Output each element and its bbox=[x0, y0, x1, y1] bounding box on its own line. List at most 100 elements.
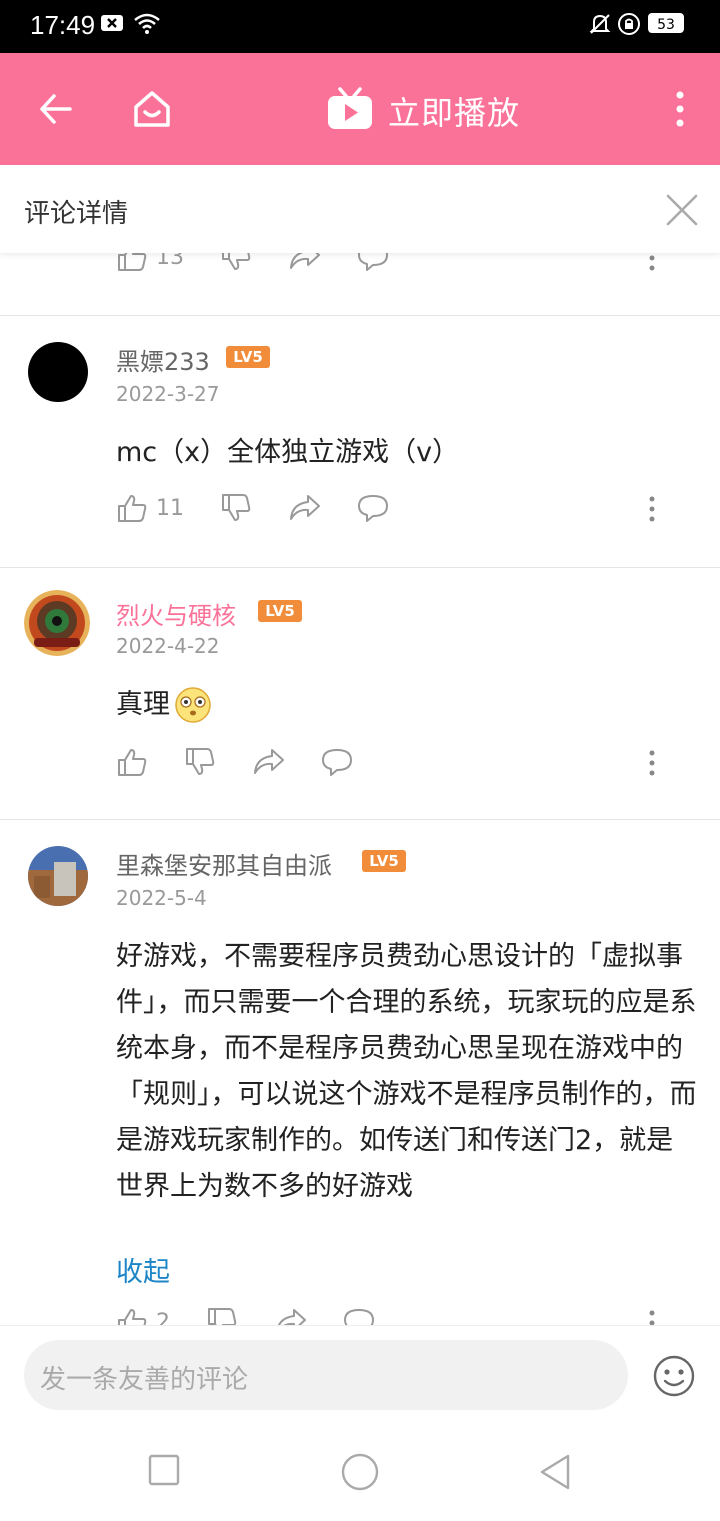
comment-more-button[interactable] bbox=[648, 750, 656, 780]
comment-item: 黑嫖233 LV5 2022-3-27 mc（x）全体独立游戏（v） 11 bbox=[0, 316, 720, 568]
comment-text: mc（x）全体独立游戏（v） bbox=[116, 437, 460, 468]
comment-text: 真理 bbox=[116, 689, 170, 720]
emoji-button[interactable] bbox=[652, 1354, 696, 1402]
comment-more-button[interactable] bbox=[648, 253, 656, 275]
thumb-up-icon bbox=[118, 1309, 147, 1325]
rotation-lock-icon bbox=[617, 12, 641, 40]
thumb-down-icon bbox=[222, 253, 251, 270]
more-menu-button[interactable] bbox=[652, 81, 708, 137]
wifi-icon bbox=[133, 12, 161, 38]
comment-input-placeholder: 发一条友善的评论 bbox=[40, 1365, 249, 1395]
comment-text: 好游戏，不需要程序员费劲心思设计的「虚拟事件」，而只需要一个合理的系统，玩家玩的… bbox=[116, 941, 697, 1202]
like-button[interactable] bbox=[116, 746, 156, 778]
avatar[interactable] bbox=[24, 590, 90, 656]
dislike-button[interactable] bbox=[220, 492, 252, 524]
share-icon bbox=[254, 749, 284, 774]
share-button[interactable] bbox=[288, 253, 322, 273]
comment-detail-header: 评论详情 bbox=[0, 165, 720, 253]
home-nav-button[interactable] bbox=[340, 1452, 380, 1496]
username[interactable]: 黑嫖233 bbox=[116, 342, 210, 377]
level-badge: LV5 bbox=[362, 850, 406, 872]
battery-indicator: 53 bbox=[648, 13, 684, 33]
level-badge: LV5 bbox=[226, 346, 270, 368]
emoji-smile-icon bbox=[653, 1355, 695, 1397]
mute-bell-icon bbox=[588, 12, 612, 40]
action-row: 11 bbox=[116, 492, 676, 532]
share-button[interactable] bbox=[288, 492, 322, 524]
more-vertical-icon bbox=[676, 91, 684, 127]
comment-bubble-icon bbox=[322, 749, 352, 776]
share-icon bbox=[290, 253, 320, 269]
comment-body: 真理 bbox=[116, 682, 700, 728]
notification-x-icon bbox=[100, 12, 124, 38]
play-now-button[interactable]: 立即播放 bbox=[388, 88, 520, 134]
thumb-down-icon bbox=[222, 494, 251, 521]
like-button[interactable]: 2 bbox=[116, 1306, 170, 1325]
share-icon bbox=[290, 495, 320, 520]
like-count: 11 bbox=[156, 495, 184, 521]
dislike-button[interactable] bbox=[206, 1306, 238, 1325]
panel-title: 评论详情 bbox=[24, 199, 129, 229]
more-vertical-icon bbox=[649, 255, 655, 271]
app-bar: 立即播放 bbox=[0, 53, 720, 165]
tv-play-icon[interactable] bbox=[326, 87, 374, 135]
back-arrow-icon bbox=[40, 94, 72, 124]
username[interactable]: 里森堡安那其自由派 bbox=[116, 846, 332, 881]
reply-button[interactable] bbox=[356, 253, 390, 273]
dislike-button[interactable] bbox=[184, 746, 216, 778]
home-icon bbox=[134, 91, 170, 127]
comment-more-button[interactable] bbox=[648, 1310, 656, 1325]
username[interactable]: 烈火与硬核 bbox=[116, 596, 236, 631]
comment-list[interactable]: 13 黑嫖233 LV5 2022-3-27 mc（x）全体独立游戏（v） 11 bbox=[0, 253, 720, 1325]
share-button[interactable] bbox=[252, 746, 286, 778]
share-icon bbox=[277, 1309, 306, 1325]
reply-button[interactable] bbox=[356, 492, 390, 524]
comment-date: 2022-4-22 bbox=[116, 634, 220, 658]
comment-date: 2022-5-4 bbox=[116, 886, 207, 910]
more-vertical-icon bbox=[649, 496, 655, 522]
dizzy-face-emoji-icon bbox=[175, 687, 211, 723]
triangle-back-icon bbox=[540, 1454, 570, 1490]
recent-apps-button[interactable] bbox=[146, 1452, 182, 1492]
comment-input[interactable]: 发一条友善的评论 bbox=[24, 1340, 628, 1410]
dislike-button[interactable] bbox=[220, 253, 252, 273]
thumb-up-icon bbox=[118, 495, 147, 522]
comment-bubble-icon bbox=[358, 253, 388, 271]
comment-date: 2022-3-27 bbox=[116, 382, 220, 406]
system-nav-bar bbox=[0, 1432, 720, 1520]
like-count: 13 bbox=[156, 253, 184, 270]
thumb-down-icon bbox=[208, 1308, 237, 1325]
back-button[interactable] bbox=[28, 81, 84, 137]
more-vertical-icon bbox=[649, 1310, 655, 1325]
comment-bubble-icon bbox=[344, 1309, 374, 1325]
level-badge: LV5 bbox=[258, 600, 302, 622]
circle-icon bbox=[341, 1453, 379, 1491]
home-button[interactable] bbox=[124, 81, 180, 137]
reply-button[interactable] bbox=[320, 746, 354, 778]
comment-more-button[interactable] bbox=[648, 496, 656, 526]
more-vertical-icon bbox=[649, 750, 655, 776]
comment-bubble-icon bbox=[358, 495, 388, 522]
action-row: 2 bbox=[116, 1306, 676, 1325]
like-button[interactable]: 11 bbox=[116, 492, 184, 524]
back-nav-button[interactable] bbox=[536, 1452, 572, 1496]
square-icon bbox=[148, 1454, 180, 1486]
collapse-link[interactable]: 收起 bbox=[116, 1250, 170, 1289]
status-bar: 17:49 53 bbox=[0, 0, 720, 53]
close-button[interactable] bbox=[664, 192, 700, 228]
share-button[interactable] bbox=[274, 1306, 308, 1325]
avatar[interactable] bbox=[28, 342, 88, 402]
status-time: 17:49 bbox=[30, 10, 96, 40]
thumb-up-icon bbox=[118, 253, 147, 271]
reply-button[interactable] bbox=[342, 1306, 376, 1325]
like-button[interactable]: 13 bbox=[116, 253, 184, 273]
comment-item: 里森堡安那其自由派 LV5 2022-5-4 好游戏，不需要程序员费劲心思设计的… bbox=[0, 820, 720, 1325]
close-icon bbox=[666, 194, 698, 226]
like-count: 2 bbox=[156, 1309, 170, 1326]
thumb-down-icon bbox=[186, 748, 215, 775]
action-row bbox=[116, 746, 676, 786]
avatar[interactable] bbox=[28, 846, 88, 906]
partial-action-row: 13 bbox=[116, 253, 676, 281]
comment-item: 烈火与硬核 LV5 2022-4-22 真理 bbox=[0, 568, 720, 820]
thumb-up-icon bbox=[118, 749, 147, 776]
